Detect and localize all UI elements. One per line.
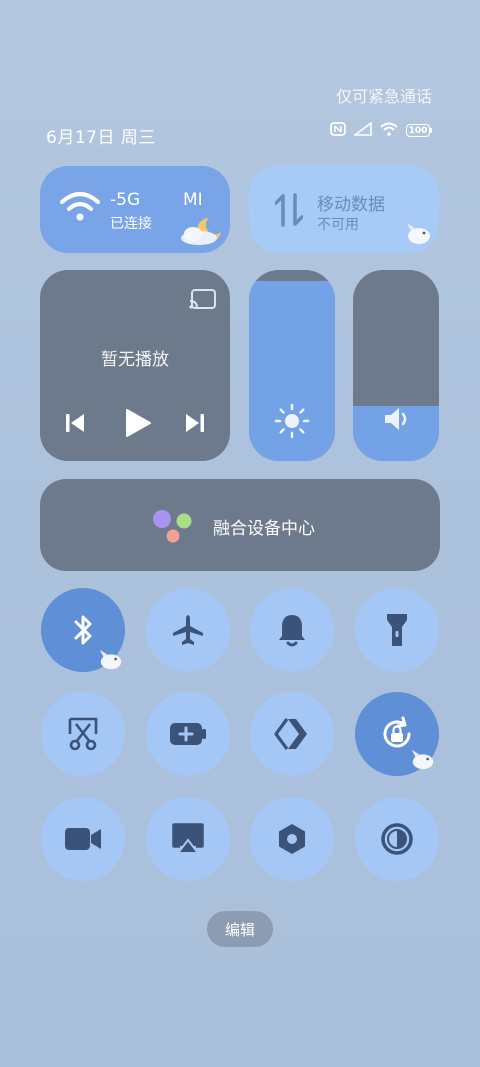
battery-level: 100 [406, 124, 430, 137]
bell-icon [279, 615, 305, 647]
contrast-icon [381, 823, 413, 855]
flashlight-icon [387, 614, 407, 646]
flashlight-toggle[interactable] [355, 588, 439, 672]
sun-icon [274, 403, 310, 439]
moon-cloud-icon [181, 218, 221, 245]
settings-toggle[interactable] [250, 797, 334, 881]
hub-dots-icon [153, 510, 192, 543]
airplane-mode-toggle[interactable] [146, 588, 230, 672]
cast-diamond-icon [274, 718, 307, 750]
brightness-slider[interactable] [249, 270, 335, 461]
cast-screen-icon[interactable] [189, 288, 217, 310]
wifi-network-name: -5G [110, 190, 141, 210]
wifi-icon [60, 192, 100, 221]
mobile-data-label: 移动数据 [317, 195, 385, 215]
wifi-network-extra: MI [183, 190, 203, 210]
data-transfer-icon [275, 193, 303, 227]
battery-saver-toggle[interactable] [146, 692, 230, 776]
next-track-icon[interactable] [184, 412, 206, 434]
screenshot-toggle[interactable] [41, 692, 125, 776]
edit-button[interactable]: 编辑 [207, 911, 273, 947]
battery-icon: 100 [406, 124, 432, 137]
nfc-icon [330, 121, 346, 140]
date-text: 6月17日 周三 [46, 128, 156, 148]
emergency-call-text: 仅可紧急通话 [335, 87, 432, 106]
battery-plus-icon [170, 723, 206, 745]
bird-sticker-icon [411, 749, 434, 770]
screen-mirror-toggle[interactable] [146, 797, 230, 881]
bird-sticker-icon [407, 223, 430, 244]
volume-slider[interactable] [353, 270, 439, 461]
bluetooth-icon [74, 615, 92, 645]
wifi-status-icon [380, 121, 398, 140]
airplay-icon [172, 823, 204, 854]
status-icons: 100 [330, 121, 432, 140]
video-camera-icon [65, 828, 101, 850]
ringer-toggle[interactable] [250, 588, 334, 672]
wifi-state: 已连接 [110, 216, 152, 232]
screenshot-scissors-icon [68, 717, 98, 751]
speaker-icon [385, 408, 407, 430]
screen-record-toggle[interactable] [41, 797, 125, 881]
airplane-icon [173, 615, 203, 645]
previous-track-icon[interactable] [64, 412, 86, 434]
signal-icon [352, 121, 372, 140]
bird-sticker-icon [99, 649, 122, 670]
device-hub-label: 融合设备中心 [213, 519, 315, 539]
play-icon[interactable] [124, 408, 152, 438]
mobile-data-state: 不可用 [317, 217, 359, 233]
hexagon-settings-icon [279, 824, 305, 854]
cast-toggle[interactable] [250, 692, 334, 776]
media-status-label: 暂无播放 [101, 350, 169, 370]
dark-mode-toggle[interactable] [355, 797, 439, 881]
